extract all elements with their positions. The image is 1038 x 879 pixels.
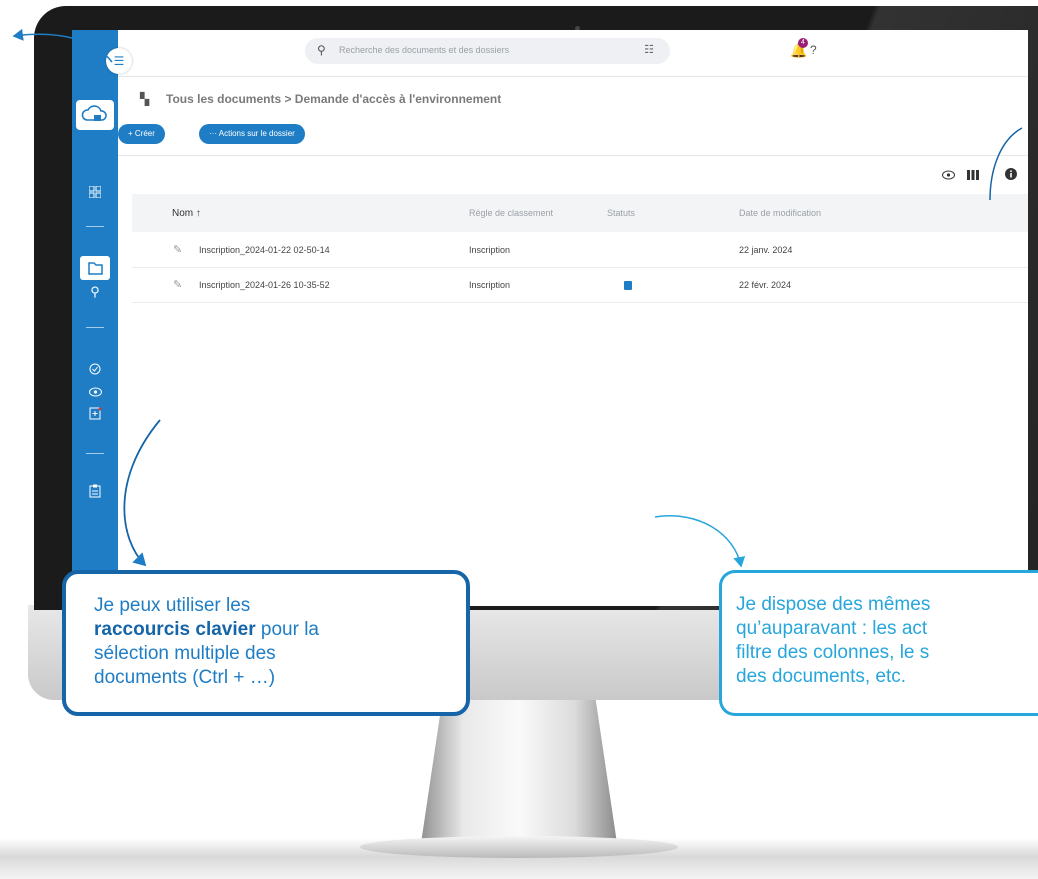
arrow-to-right-callout [654, 515, 746, 568]
callout-same-actions: Je dispose des mêmes qu’auparavant : les… [719, 570, 1038, 716]
annotation-arrows [12, 28, 1023, 568]
callout-line: des documents, etc. [736, 666, 907, 687]
callout-line: documents (Ctrl + …) [94, 667, 276, 688]
callout-line: raccourcis clavier pour la [94, 618, 466, 642]
callout-bold-text: raccourcis clavier [94, 619, 256, 640]
arrow-to-menu [12, 28, 113, 63]
callout-line: Je peux utiliser les [94, 595, 251, 616]
callout-keyboard-shortcuts: Je peux utiliser les raccourcis clavier … [62, 570, 470, 716]
callout-text: pour la [255, 619, 319, 640]
arrow-to-toolbar [989, 127, 1023, 201]
arrow-from-left-callout [123, 419, 161, 567]
callout-line: filtre des colonnes, le s [736, 642, 930, 663]
callout-line: Je dispose des mêmes [736, 594, 931, 615]
callout-line: qu’auparavant : les act [736, 618, 928, 639]
callout-line: sélection multiple des [94, 643, 276, 664]
